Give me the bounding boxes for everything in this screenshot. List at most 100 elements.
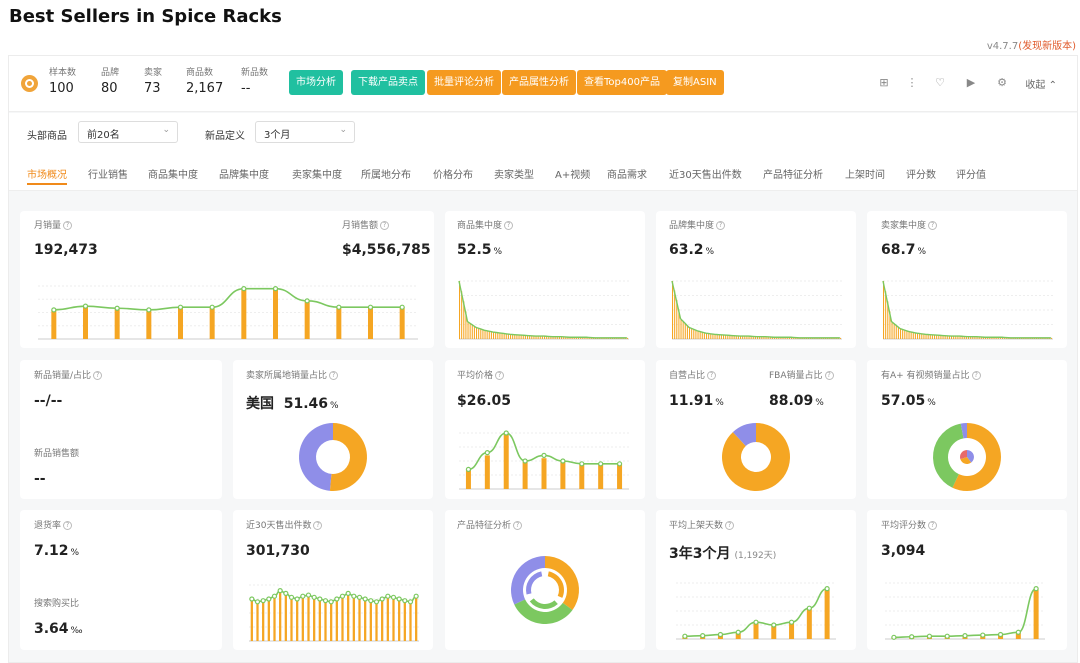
copy-asin-button[interactable]: 复制ASIN [666, 70, 724, 95]
tab-feature-analysis[interactable]: 产品特征分析 [763, 166, 823, 181]
tab-origin-distribution[interactable]: 所属地分布 [361, 166, 411, 181]
bar [114, 308, 120, 339]
point [300, 593, 306, 599]
bar [706, 333, 708, 339]
point [311, 594, 317, 600]
bar [503, 433, 509, 489]
card-product-features: 产品特征分析? [445, 510, 645, 650]
heart-icon[interactable]: ♡ [933, 76, 947, 90]
bar [307, 595, 310, 641]
point [962, 633, 968, 639]
tab-price-distribution[interactable]: 价格分布 [433, 166, 473, 181]
trend-line [671, 280, 840, 339]
bar [806, 608, 812, 639]
download-selling-points-button[interactable]: 下载产品卖点 [351, 70, 425, 95]
point [317, 596, 323, 602]
trend-line [882, 280, 1051, 339]
slice [329, 423, 367, 491]
bar [680, 318, 682, 339]
tab-brand-concentration[interactable]: 品牌集中度 [219, 166, 269, 181]
more-icon[interactable]: ⋮ [905, 76, 919, 90]
grid-icon[interactable]: ⊞ [877, 76, 891, 90]
point [368, 598, 374, 604]
point [328, 599, 334, 605]
plugin-logo-icon [21, 75, 38, 92]
point [753, 619, 759, 625]
top400-button[interactable]: 查看Top400产品 [577, 70, 667, 95]
point [146, 307, 152, 313]
point [503, 430, 509, 436]
video-icon[interactable]: ▶ [964, 76, 978, 90]
bar [381, 599, 384, 641]
tab-aplus-video[interactable]: A+视频 [555, 166, 590, 181]
market-analysis-button[interactable]: 市场分析 [289, 70, 343, 95]
tab-market-overview[interactable]: 市场概况 [27, 166, 67, 185]
bar [910, 331, 912, 339]
point [339, 593, 346, 599]
point [980, 632, 986, 638]
bar [689, 327, 691, 339]
attribute-analysis-button[interactable]: 产品属性分析 [502, 70, 576, 95]
bar [341, 596, 344, 641]
point [579, 461, 585, 467]
filter-row: 头部商品 前20名 ⌄ 新品定义 3个月 ⌄ [9, 113, 1077, 153]
tab-seller-type[interactable]: 卖家类型 [494, 166, 534, 181]
bar [701, 332, 703, 339]
point [484, 449, 490, 456]
bar [917, 333, 919, 339]
settings-icon[interactable]: ⚙ [995, 76, 1009, 90]
bar [560, 461, 566, 489]
point [304, 298, 310, 304]
point [294, 596, 300, 602]
bar [906, 330, 908, 339]
bar [904, 330, 906, 339]
bar [908, 331, 910, 339]
point [336, 304, 342, 310]
product-conc-chart [458, 280, 629, 340]
tab-product-demand[interactable]: 商品需求 [607, 166, 647, 181]
point [806, 605, 812, 611]
tab-rating-count[interactable]: 评分数 [906, 166, 936, 181]
chevron-down-icon: ⌄ [162, 125, 170, 135]
bar [691, 328, 693, 339]
bar [674, 290, 676, 339]
point [413, 593, 419, 599]
bar [347, 593, 350, 641]
point [788, 619, 795, 625]
bar [330, 601, 333, 641]
bar [267, 599, 270, 641]
bar [902, 329, 904, 339]
tab-product-concentration[interactable]: 商品集中度 [148, 166, 198, 181]
bar [250, 599, 253, 641]
tab-seller-concentration[interactable]: 卖家集中度 [292, 166, 342, 181]
bar [699, 331, 701, 339]
bar [459, 281, 461, 339]
bar [693, 329, 695, 339]
collapse-button[interactable]: 收起 ⌃ [1025, 76, 1057, 91]
bar [318, 599, 321, 641]
stat-samples: 样本数 100 [49, 68, 77, 96]
point [541, 452, 547, 459]
tab-sold-30d[interactable]: 近30天售出件数 [669, 166, 742, 181]
bar [335, 599, 338, 641]
bar [392, 597, 395, 641]
head-products-select[interactable]: 前20名 ⌄ [78, 121, 178, 143]
sold-30d-chart [249, 584, 419, 642]
point [345, 590, 351, 597]
tab-industry-sales[interactable]: 行业销售 [88, 166, 128, 181]
bar [336, 307, 342, 339]
tab-listing-time[interactable]: 上架时间 [845, 166, 885, 181]
bar [386, 596, 389, 641]
batch-review-analysis-button[interactable]: 批量评论分析 [427, 70, 501, 95]
analysis-panel: 样本数 100 品牌 80 卖家 73 商品数 2,167 新品数 -- 市场分析 下载产… [8, 55, 1078, 663]
tab-rating-value[interactable]: 评分值 [956, 166, 986, 181]
bar [897, 326, 899, 339]
new-version-link[interactable]: (发现新版本) [1018, 41, 1076, 52]
bar [1033, 588, 1039, 639]
card-avg-price: 平均价格? $26.05 [445, 360, 645, 499]
point [926, 633, 933, 639]
new-definition-select[interactable]: 3个月 ⌄ [255, 121, 355, 143]
bar [480, 328, 482, 339]
bar [501, 333, 503, 339]
card-seller-concentration: 卖家集中度? 68.7% [867, 211, 1067, 348]
